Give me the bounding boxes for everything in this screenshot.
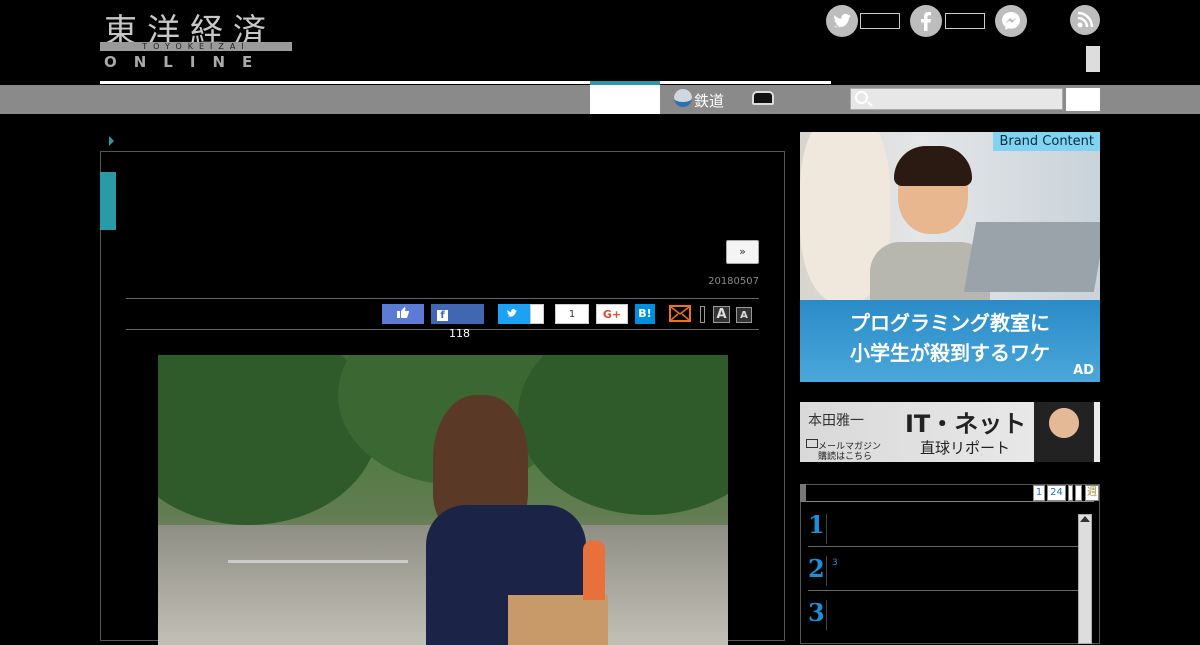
- rank-number: 1: [808, 510, 825, 539]
- ad-headline-line1: プログラミング教室に: [850, 311, 1050, 335]
- font-size-small-button[interactable]: A: [736, 307, 752, 323]
- messenger-icon[interactable]: [995, 5, 1027, 37]
- next-page-button[interactable]: »: [726, 240, 759, 264]
- thumbs-up-icon: [397, 307, 409, 318]
- mail-icon[interactable]: [669, 305, 691, 322]
- newsletter-subtitle: 直球リポート: [920, 439, 1011, 457]
- car-icon[interactable]: [752, 91, 774, 105]
- rank-divider-vertical: [826, 600, 827, 630]
- nav-tab-active[interactable]: [590, 85, 660, 114]
- ad-label: AD: [1073, 363, 1094, 378]
- article-title-marker: [100, 172, 116, 230]
- publish-date: 20180507: [708, 276, 759, 287]
- facebook-share-count: 118: [449, 327, 470, 340]
- rank-number: 3: [808, 598, 825, 627]
- hatena-bookmark-button[interactable]: B!: [635, 304, 655, 324]
- article-photo: [158, 355, 728, 645]
- rank-divider: [808, 546, 1078, 547]
- search-button[interactable]: [1066, 88, 1100, 111]
- menu-button[interactable]: [1086, 46, 1100, 72]
- rank-number: 2: [808, 554, 825, 583]
- twitter-count-box: [860, 13, 900, 29]
- ranking-tab-week[interactable]: 週: [1085, 485, 1099, 501]
- ranking-scrollbar[interactable]: [1078, 514, 1092, 644]
- separator-box: [700, 306, 705, 323]
- search-icon: [855, 91, 868, 104]
- facebook-share-button[interactable]: f 118: [431, 304, 484, 340]
- logo-online: ONLINE: [104, 53, 270, 71]
- brand-content-badge: Brand Content: [993, 132, 1100, 151]
- logo-romaji: TOYOKEIZAI: [100, 42, 292, 51]
- author-photo: [1034, 402, 1094, 462]
- tweet-count: [530, 304, 544, 324]
- rank-divider: [808, 590, 1078, 591]
- rank-divider-vertical: [826, 514, 827, 544]
- share-divider-top: [126, 298, 759, 299]
- ad-headline-line2: 小学生が殺到するワケ: [850, 341, 1050, 365]
- newsletter-cta: メールマガジン 購読はこちら: [818, 442, 881, 462]
- ranking-header-marker: [800, 484, 806, 502]
- newsletter-cta-line2: 購読はこちら: [818, 452, 873, 462]
- ranking-header-line: [806, 501, 1094, 502]
- ad-headline: プログラミング教室に 小学生が殺到するワケ: [800, 308, 1100, 368]
- twitter-icon[interactable]: [826, 5, 858, 37]
- rss-icon[interactable]: [1070, 5, 1100, 35]
- ad-banner-programming[interactable]: プログラミング教室に 小学生が殺到するワケ Brand Content AD: [800, 132, 1100, 382]
- breadcrumb-arrow-icon: [109, 136, 114, 146]
- train-icon: [674, 89, 692, 107]
- newsletter-banner[interactable]: 本田雅一 メールマガジン 購読はこちら IT・ネット 直球リポート: [800, 402, 1100, 462]
- rank-divider-vertical: [826, 556, 827, 586]
- ranking-tab-4[interactable]: [1075, 485, 1082, 501]
- search-input[interactable]: [850, 88, 1063, 110]
- ranking-panel: [800, 484, 1100, 644]
- nav-item-railway[interactable]: 鉄道: [694, 90, 724, 111]
- rank-item-sub[interactable]: 3: [832, 558, 838, 568]
- author-name: 本田雅一: [808, 413, 864, 429]
- facebook-like-button[interactable]: [382, 304, 424, 324]
- facebook-icon[interactable]: [910, 5, 942, 37]
- facebook-icon: f: [437, 310, 448, 321]
- facebook-count-box: [945, 13, 985, 29]
- ranking-tab-3[interactable]: [1068, 485, 1073, 501]
- tweet-button[interactable]: [498, 304, 530, 324]
- scroll-up-icon[interactable]: [1080, 516, 1090, 522]
- newsletter-title: IT・ネット: [905, 410, 1027, 438]
- font-size-large-button[interactable]: A: [713, 306, 730, 323]
- twitter-icon: [507, 309, 518, 317]
- ranking-tab-24h[interactable]: 24: [1047, 485, 1066, 501]
- ranking-tab-1h[interactable]: 1: [1033, 485, 1045, 501]
- mail-icon: [806, 439, 818, 448]
- pocket-count[interactable]: 1: [555, 304, 589, 324]
- newsletter-cta-line1: メールマガジン: [818, 442, 882, 452]
- gplus-button[interactable]: G+: [596, 304, 628, 324]
- header-divider: [100, 81, 831, 84]
